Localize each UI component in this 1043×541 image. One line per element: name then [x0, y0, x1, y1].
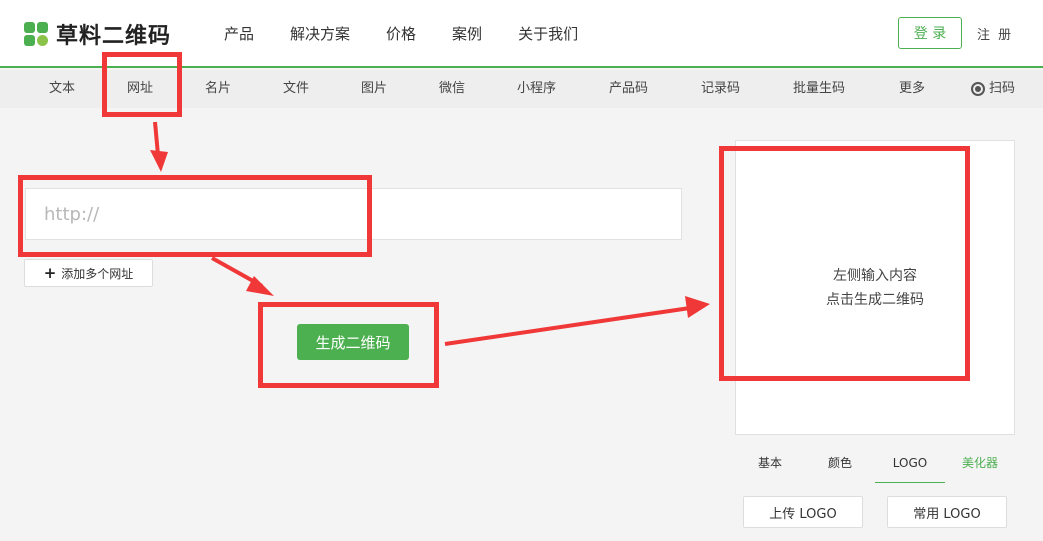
arrow-to-preview — [444, 306, 691, 346]
register-link[interactable]: 注 册 — [977, 24, 1013, 43]
tab-batch-generate[interactable]: 批量生码 — [793, 70, 845, 108]
arrow-to-generate — [211, 256, 263, 288]
nav-item-cases[interactable]: 案例 — [452, 23, 482, 44]
annotation-box-generate — [258, 302, 439, 388]
tab-wechat[interactable]: 微信 — [439, 70, 465, 108]
tab-basic[interactable]: 基本 — [735, 448, 805, 483]
tab-mini-program[interactable]: 小程序 — [517, 70, 556, 108]
nav-item-solutions[interactable]: 解决方案 — [290, 23, 350, 44]
tab-color[interactable]: 颜色 — [805, 448, 875, 483]
tab-text[interactable]: 文本 — [49, 70, 75, 108]
site-logo[interactable]: 草料二维码 — [24, 18, 171, 50]
plus-icon: + — [43, 264, 57, 282]
tab-record-code[interactable]: 记录码 — [701, 70, 740, 108]
arrow-head-to-input — [150, 150, 168, 172]
nav-item-about[interactable]: 关于我们 — [518, 23, 578, 44]
scan-label: 扫码 — [989, 81, 1016, 96]
add-multiple-urls-button[interactable]: + 添加多个网址 — [24, 259, 153, 287]
annotation-box-preview — [719, 146, 970, 381]
add-url-label: 添加多个网址 — [61, 266, 134, 281]
annotation-box-url-tab — [102, 52, 182, 117]
camera-icon — [971, 82, 985, 96]
nav-item-pricing[interactable]: 价格 — [386, 23, 416, 44]
arrow-head-to-generate — [246, 276, 274, 296]
upload-logo-button[interactable]: 上传 LOGO — [743, 496, 863, 528]
annotation-box-url-input — [18, 175, 372, 257]
scan-button[interactable]: 扫码 — [971, 70, 1015, 108]
tab-image[interactable]: 图片 — [361, 70, 387, 108]
style-tabs: 基本 颜色 LOGO 美化器 — [735, 448, 1015, 483]
tab-logo[interactable]: LOGO — [875, 448, 945, 483]
tab-product-code[interactable]: 产品码 — [609, 70, 648, 108]
tab-more[interactable]: 更多 — [899, 70, 925, 108]
main-nav: 产品 解决方案 价格 案例 关于我们 — [206, 0, 596, 66]
logo-icon — [24, 20, 50, 48]
tab-business-card[interactable]: 名片 — [205, 70, 231, 108]
logo-text: 草料二维码 — [56, 24, 172, 49]
arrow-head-to-preview — [685, 296, 710, 318]
common-logo-button[interactable]: 常用 LOGO — [887, 496, 1007, 528]
login-button[interactable]: 登 录 — [898, 17, 962, 49]
nav-item-products[interactable]: 产品 — [224, 23, 254, 44]
tab-beautifier[interactable]: 美化器 — [945, 448, 1015, 483]
tab-file[interactable]: 文件 — [283, 70, 309, 108]
arrow-to-input — [153, 121, 160, 156]
